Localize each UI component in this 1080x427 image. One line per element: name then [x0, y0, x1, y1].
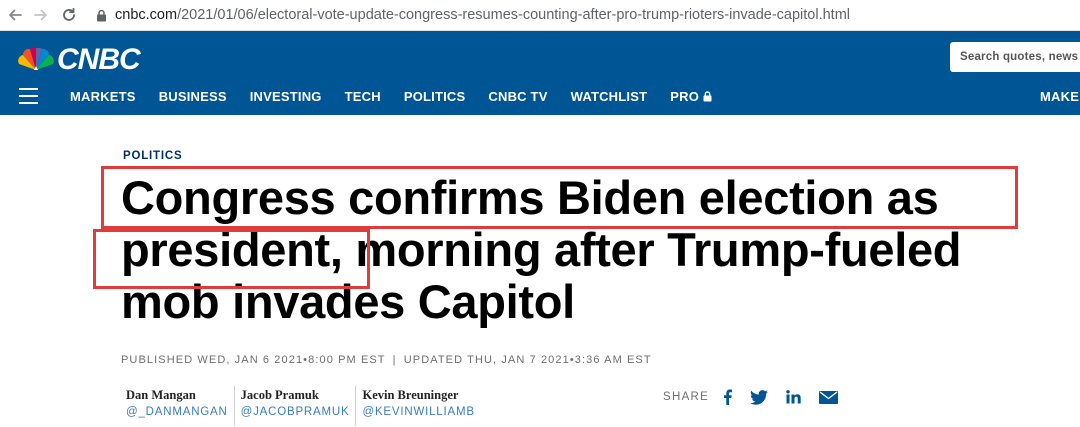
hamburger-menu-icon[interactable] [19, 88, 38, 104]
back-button[interactable] [2, 3, 28, 27]
article-headline: Congress confirms Biden election as pres… [121, 172, 1071, 328]
address-bar[interactable]: cnbc.com/2021/01/06/electoral-vote-updat… [96, 3, 850, 27]
reload-icon [63, 7, 75, 21]
search-input[interactable] [960, 51, 1080, 63]
email-icon[interactable] [819, 387, 839, 407]
published-time: PUBLISHED WED, JAN 6 2021•8:00 PM EST [121, 354, 386, 366]
author-item: Kevin Breuninger @KEVINWILLIAMB [355, 386, 480, 426]
author-list: Dan Mangan @_DANMANGAN Jacob Pramuk @JAC… [120, 386, 481, 426]
nav-item-pro-label: PRO [670, 89, 700, 104]
headline-line-3: mob invades Capitol [121, 275, 575, 328]
article-timestamp: PUBLISHED WED, JAN 6 2021•8:00 PM EST | … [121, 354, 652, 366]
logo-wordmark: CNBC [57, 43, 141, 76]
peacock-icon [18, 48, 54, 70]
author-name[interactable]: Dan Mangan [126, 386, 228, 404]
author-handle[interactable]: @_DANMANGAN [126, 404, 228, 420]
timestamp-separator: | [392, 354, 397, 366]
nav-item-pro[interactable]: PRO [670, 89, 712, 104]
forward-arrow-icon [34, 9, 47, 21]
linkedin-icon[interactable] [786, 387, 801, 407]
share-bar: SHARE [663, 386, 856, 408]
lock-icon [97, 9, 106, 21]
nav-item-investing[interactable]: INVESTING [250, 89, 322, 104]
nav-item-cnbc-tv[interactable]: CNBC TV [488, 89, 547, 104]
nav-item-markets[interactable]: MARKETS [70, 89, 136, 104]
back-arrow-icon [9, 9, 22, 21]
pro-lock-icon [703, 91, 712, 102]
cnbc-logo[interactable]: CNBC [18, 43, 141, 76]
author-handle[interactable]: @KEVINWILLIAMB [362, 404, 474, 420]
facebook-icon[interactable] [723, 387, 733, 407]
share-label: SHARE [663, 391, 710, 403]
url-path: /2021/01/06/electoral-vote-update-congre… [177, 7, 851, 23]
url-host: cnbc.com [115, 7, 178, 23]
headline-line-1: Congress confirms Biden election as [121, 171, 939, 224]
author-item: Dan Mangan @_DANMANGAN [120, 386, 234, 426]
reload-button[interactable] [56, 3, 82, 27]
search-box[interactable] [950, 42, 1080, 72]
nav-item-watchlist[interactable]: WATCHLIST [571, 89, 648, 104]
nav-item-tech[interactable]: TECH [345, 89, 381, 104]
author-name[interactable]: Kevin Breuninger [362, 386, 474, 404]
nav-item-business[interactable]: BUSINESS [159, 89, 227, 104]
nav-item-make-it[interactable]: MAKE IT [1040, 89, 1080, 104]
forward-button[interactable] [28, 3, 54, 27]
main-nav: MARKETS BUSINESS INVESTING TECH POLITICS… [70, 89, 735, 104]
headline-line-2: president, morning after Trump-fueled [121, 223, 962, 276]
author-name[interactable]: Jacob Pramuk [241, 386, 350, 404]
site-header: CNBC MARKETS BUSINESS INVESTING TECH POL… [0, 31, 1080, 115]
section-label[interactable]: POLITICS [123, 150, 182, 162]
author-handle[interactable]: @JACOBPRAMUK [241, 404, 350, 420]
author-item: Jacob Pramuk @JACOBPRAMUK [233, 386, 356, 426]
twitter-icon[interactable] [750, 387, 769, 407]
updated-time: UPDATED THU, JAN 7 2021•3:36 AM EST [403, 354, 652, 366]
url-text: cnbc.com/2021/01/06/electoral-vote-updat… [115, 7, 850, 23]
nav-item-politics[interactable]: POLITICS [404, 89, 466, 104]
browser-toolbar: cnbc.com/2021/01/06/electoral-vote-updat… [0, 0, 1080, 31]
